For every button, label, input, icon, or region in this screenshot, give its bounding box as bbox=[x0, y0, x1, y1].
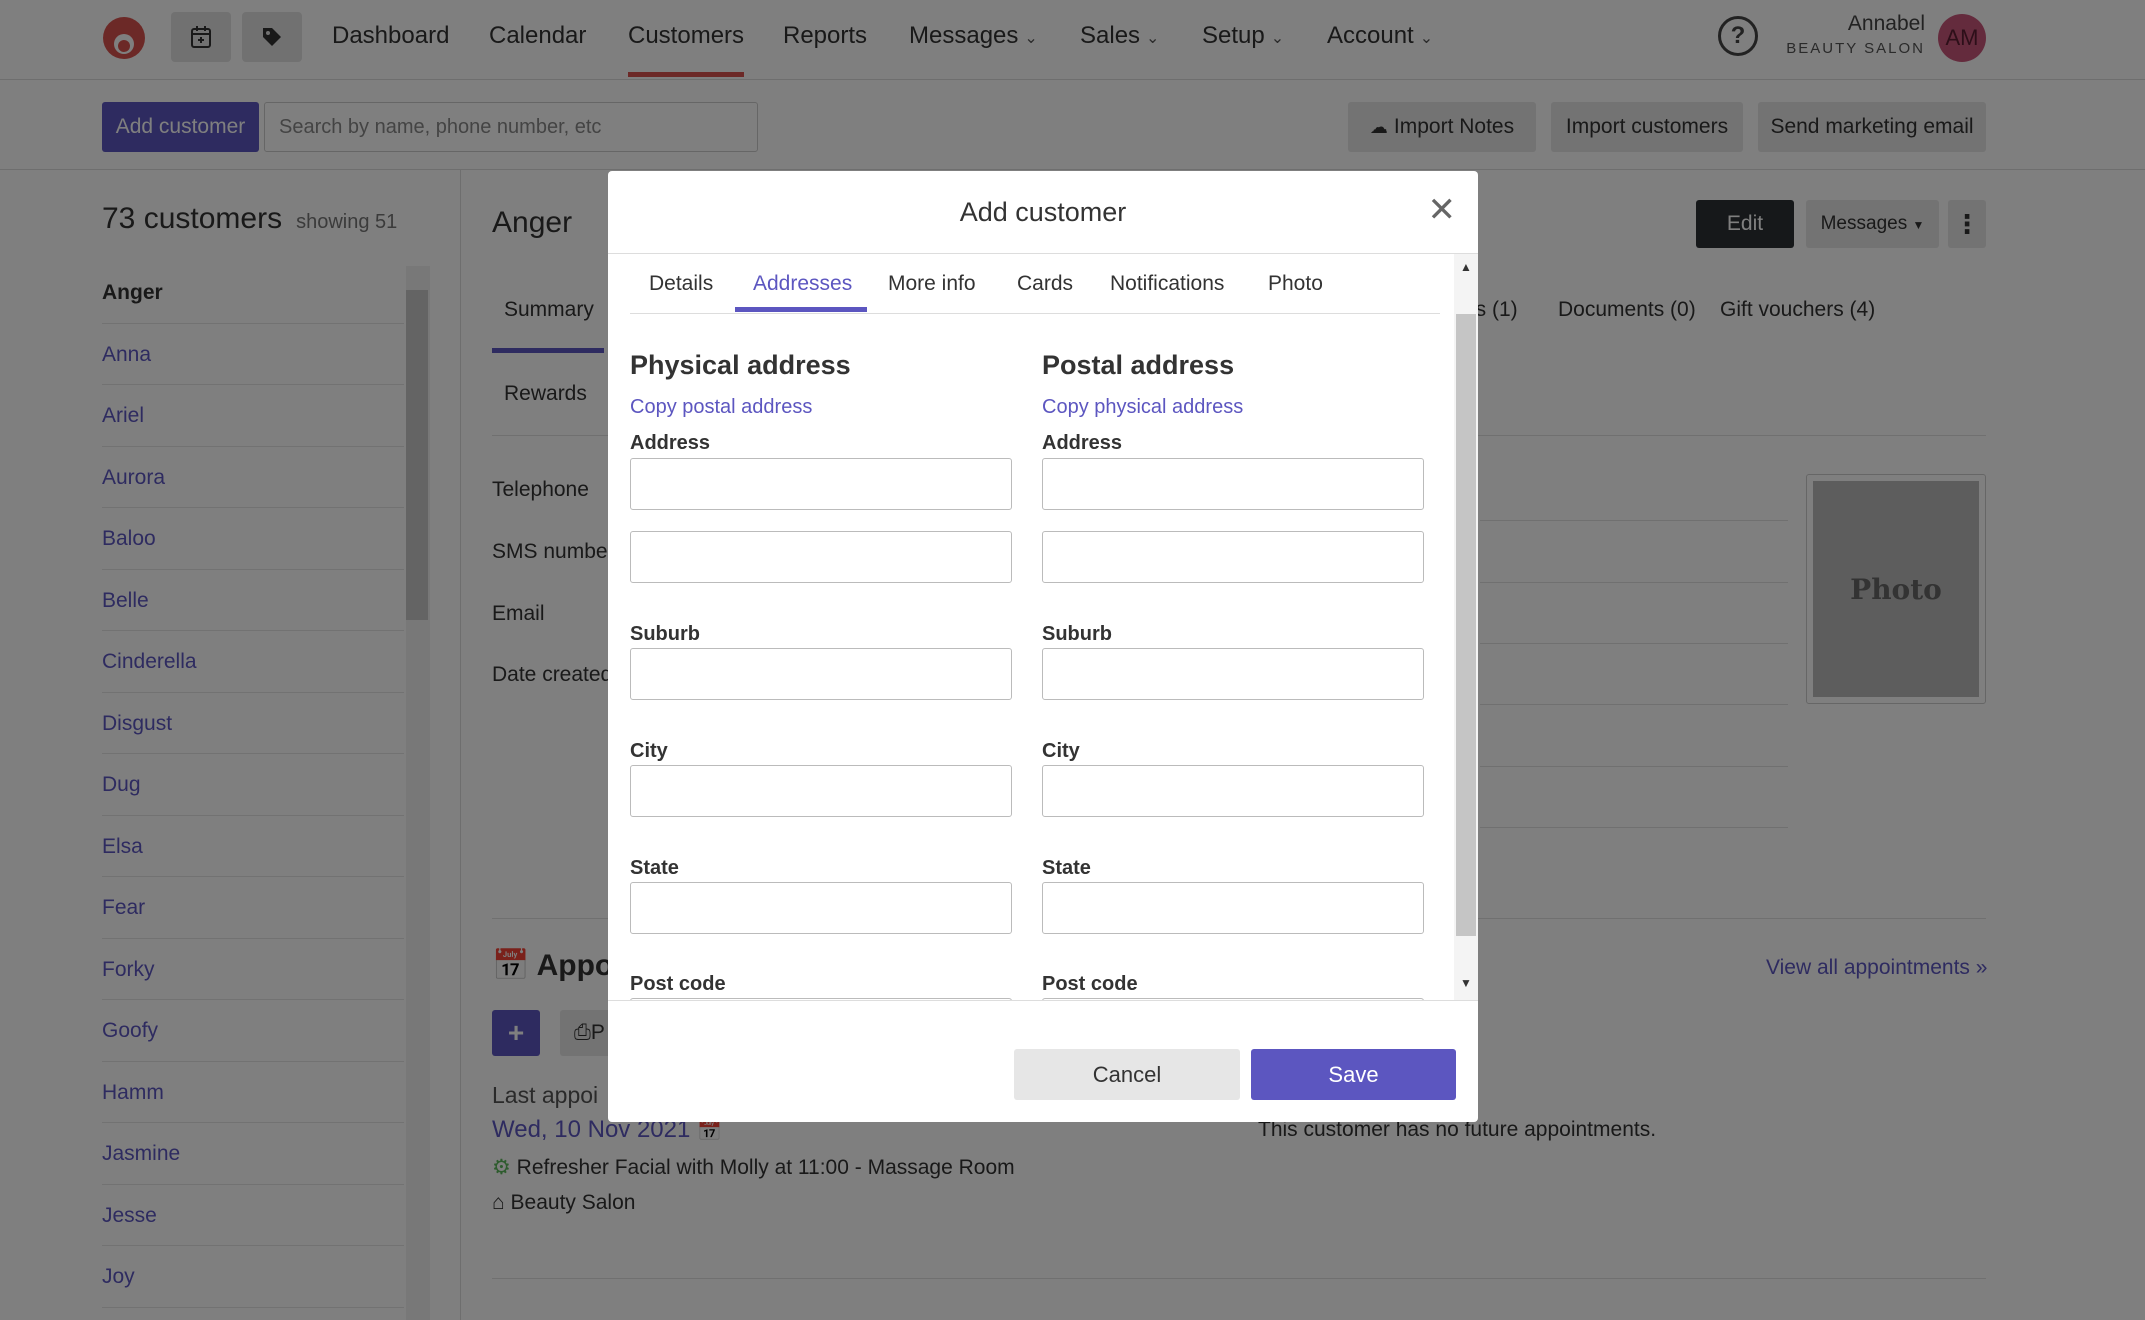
active-tab-indicator bbox=[735, 307, 867, 312]
divider bbox=[608, 1000, 1478, 1001]
tab-more-info[interactable]: More info bbox=[888, 272, 976, 296]
postal-address-label: Address bbox=[1042, 432, 1123, 454]
postal-city-input[interactable] bbox=[1042, 765, 1424, 817]
physical-suburb-input[interactable] bbox=[630, 648, 1012, 700]
tab-addresses[interactable]: Addresses bbox=[753, 272, 852, 296]
dialog-body: Details Addresses More info Cards Notifi… bbox=[608, 254, 1478, 1000]
save-button[interactable]: Save bbox=[1251, 1049, 1456, 1100]
copy-postal-address-link[interactable]: Copy postal address bbox=[630, 396, 812, 419]
tab-photo[interactable]: Photo bbox=[1268, 272, 1323, 296]
dialog-title: Add customer bbox=[959, 197, 1127, 227]
physical-address-line1-input[interactable] bbox=[630, 458, 1012, 510]
postal-suburb-label: Suburb bbox=[1042, 623, 1112, 645]
cancel-button[interactable]: Cancel bbox=[1014, 1049, 1240, 1100]
postal-address-heading: Postal address bbox=[1042, 350, 1235, 380]
postal-address-line2-input[interactable] bbox=[1042, 531, 1424, 583]
dialog-scroll-thumb[interactable] bbox=[1456, 314, 1476, 936]
add-customer-dialog: Add customer ✕ Details Addresses More in… bbox=[608, 171, 1478, 1122]
tab-details[interactable]: Details bbox=[649, 272, 713, 296]
tab-cards[interactable]: Cards bbox=[1017, 272, 1073, 296]
physical-address-heading: Physical address bbox=[630, 350, 851, 380]
postal-city-label: City bbox=[1042, 740, 1080, 762]
scroll-down-icon[interactable]: ▼ bbox=[1460, 976, 1472, 990]
physical-city-input[interactable] bbox=[630, 765, 1012, 817]
tabs-divider bbox=[630, 313, 1440, 314]
physical-state-label: State bbox=[630, 857, 679, 879]
physical-state-input[interactable] bbox=[630, 882, 1012, 934]
postal-state-label: State bbox=[1042, 857, 1091, 879]
physical-address-line2-input[interactable] bbox=[630, 531, 1012, 583]
close-icon[interactable]: ✕ bbox=[1428, 193, 1457, 227]
postal-address-line1-input[interactable] bbox=[1042, 458, 1424, 510]
physical-address-label: Address bbox=[630, 432, 711, 454]
physical-suburb-label: Suburb bbox=[630, 623, 700, 645]
tab-notifications[interactable]: Notifications bbox=[1110, 272, 1224, 296]
physical-postcode-label: Post code bbox=[630, 973, 726, 995]
postal-state-input[interactable] bbox=[1042, 882, 1424, 934]
copy-physical-address-link[interactable]: Copy physical address bbox=[1042, 396, 1243, 419]
postal-suburb-input[interactable] bbox=[1042, 648, 1424, 700]
physical-city-label: City bbox=[630, 740, 668, 762]
scroll-up-icon[interactable]: ▲ bbox=[1460, 260, 1472, 274]
postal-postcode-label: Post code bbox=[1042, 973, 1138, 995]
